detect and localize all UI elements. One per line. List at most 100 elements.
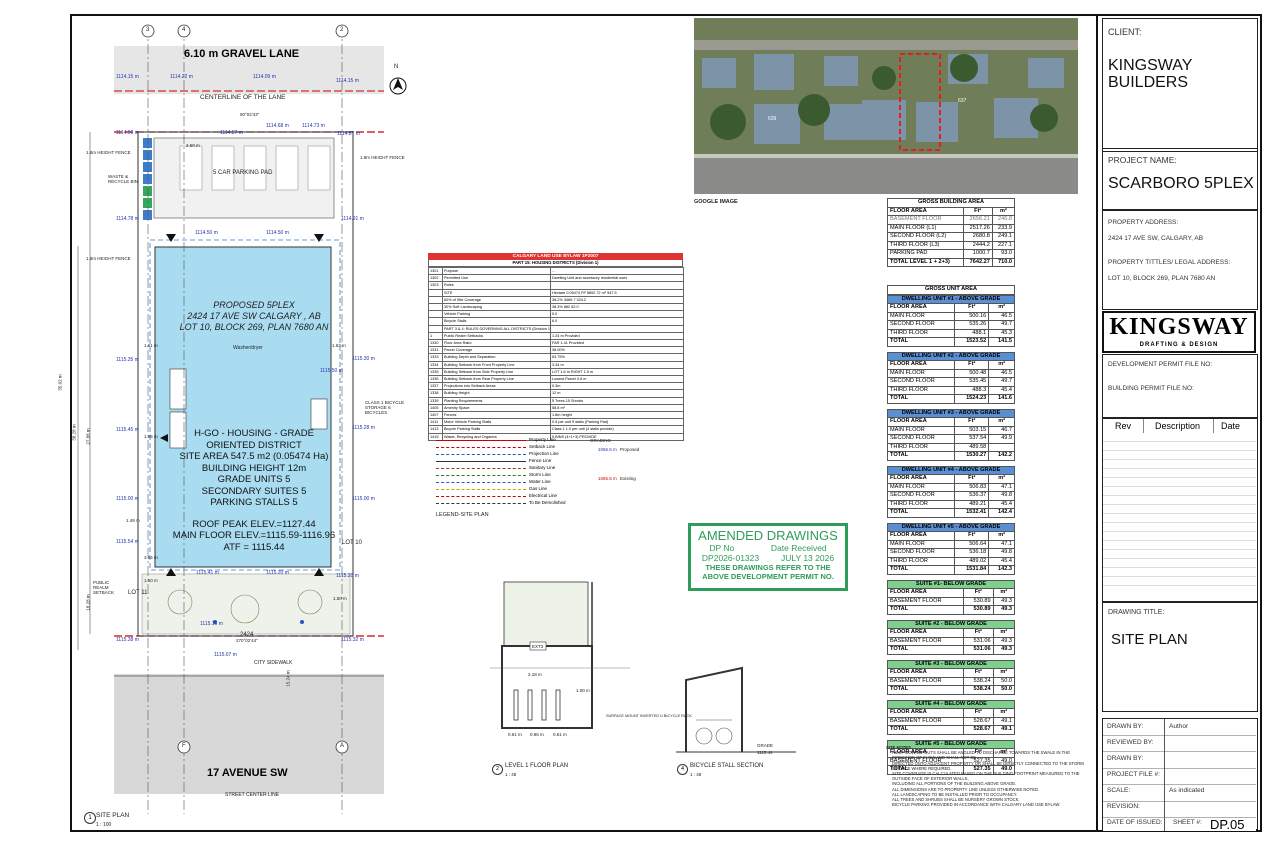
unit-header: m² [992,588,1016,598]
bylaw-row: 30% Soft Landscaping 38.3% 882 82.0 [428,303,684,312]
legend-item: Projection Line [436,451,586,458]
unit-title-row: SUITE #1- BELOW GRADE [887,579,1015,589]
unit-row: MAIN FLOOR 500.48 46.5 [886,368,1015,378]
unit-cell: 46.5 [988,368,1015,378]
unit-cell: 45.4 [988,385,1015,395]
legend-label: Fence Line [529,458,552,463]
unit-cell: 50.0 [992,685,1016,695]
permit-box: DEVELOPMENT PERMIT FILE NO: BUILDING PER… [1102,354,1258,418]
bylaw-row: 1411 Motor Vehicle Parking Stalls 0.5 per … [428,418,684,427]
drawn-by-label: DRAWN BY: [1107,723,1144,730]
unit-title-row: SUITE #2 - BELOW GRADE [887,619,1015,629]
unit-table: SUITE #1- BELOW GRADE FLOOR AREA Ft² m² BASE… [887,579,1016,615]
bylaw-cell: 1411 [428,418,443,427]
parking-stalls-label: PARKING STALLS 5 [210,497,298,508]
elev-10: 1114.78 m [116,216,139,222]
unit-row: TOTAL 1531.84 142.3 [886,565,1015,575]
bicycle-room [310,398,328,430]
lot-left-label: LOT 11 [128,590,148,596]
dim-w4: 1.63 m [332,343,346,348]
bylaw-cell: 38.00% [550,346,684,355]
unit-title-row: DWELLING UNIT #1 - ABOVE GRADE [887,294,1015,304]
legend-label: Water Line [529,479,551,484]
legend-label: Property Line [529,437,556,442]
bylaw-cell: Bicycle Stalls [442,317,551,326]
legend-line [436,475,526,476]
bylaw-cell: 0.5 per unit 5 stalls (Parking Pad) [550,418,684,427]
fence-label-1: 1.8m HEIGHT FENCE [86,150,131,155]
elev-22: 1115.41 m [196,570,219,576]
bylaw-cell: Building Height [442,389,551,398]
unit-cell: 531.06 [962,636,994,646]
google-house-a: 639 [768,116,777,122]
unit-title: DWELLING UNIT #2 - ABOVE GRADE [887,351,1015,361]
unit-cell: 530.89 [962,596,994,606]
dim-w6: 1.49 m [126,518,140,523]
grid-label-4: 4 [182,27,186,33]
unit-cell: MAIN FLOOR [886,368,956,378]
grid-label-f: F [182,743,186,749]
unit-cell: 49.8 [988,491,1015,501]
unit-cell: MAIN FLOOR [886,482,956,492]
bylaw-cell: Fences [442,411,551,420]
unit-header: m² [988,474,1015,484]
bicycle-view-title: BICYCLE STALL SECTION [690,763,764,769]
bylaw-cell: 0.3m [550,382,684,391]
bylaw-cell: Vehicle Parking [442,310,551,319]
bylaw-cell: Building Depth and Separation [442,353,551,362]
dim-w3: 1.61 m [144,343,158,348]
gba-cell: 233.9 [991,223,1016,233]
unit-row: BASEMENT FLOOR 531.06 49.3 [887,636,1016,646]
avenue-label: 17 AVENUE SW [207,767,288,779]
drawing-title-label: DRAWING TITLE: [1108,609,1165,616]
level1-view-title: LEVEL 1 FLOOR PLAN [505,763,569,769]
unit-title-row: DWELLING UNIT #3 - ABOVE GRADE [887,408,1015,418]
north-label: N [394,64,399,70]
elev-5: 1114.96 m [116,130,139,136]
unit-row: SECOND FLOOR 536.18 49.8 [886,548,1015,558]
dim-v2: 27.88 m [85,428,91,445]
client-box: CLIENT: KINGSWAY BUILDERS [1102,18,1258,152]
north-arrow-head-icon [393,78,403,90]
property-titles: LOT 10, BLOCK 269, PLAN 7680 AN [1108,275,1216,282]
unit-cell: 1532.41 [954,508,990,518]
unit-header: FLOOR AREA [886,531,956,541]
bylaw-cell: LOT 1.6 m RIGHT 1.5 m [550,367,684,377]
site-plan-view-title: SITE PLAN [96,812,130,819]
stair-1 [169,368,187,410]
unit-table: DWELLING UNIT #5 - ABOVE GRADE FLOOR AREA… [886,522,1015,575]
unit-row: SECOND FLOOR 537.54 49.9 [886,434,1015,444]
unit-title: SUITE #2 - BELOW GRADE [887,619,1015,629]
legend-grading: GRADING [590,438,612,443]
legend-item: To Be Demolished [436,500,586,507]
unit-title: DWELLING UNIT #4 - ABOVE GRADE [887,465,1015,475]
legend-label: To Be Demolished [529,500,566,505]
gross-building-title: GROSS BUILDING AREA [887,198,1015,208]
project-file-label: PROJECT FILE #: [1107,771,1160,778]
unit-row: BASEMENT FLOOR 530.89 49.3 [887,596,1016,606]
unit-title: SUITE #1- BELOW GRADE [887,579,1015,589]
bylaw-row: 1330 Floor Area Ratio FAR 1.41 Provided [428,339,684,348]
unit-cell: 1523.52 [954,337,990,347]
client-label: CLIENT: [1108,27,1142,37]
bylaw-row: 1 Public Realm Setbacks 1.24 m Provided [428,331,684,341]
legend-item: Water Line [436,479,586,486]
bylaw-cell: 60% of Site Coverage [442,295,551,305]
fence-label-3: 1.8m HEIGHT FENCE [86,256,131,261]
unit-header: FLOOR AREA [886,303,956,313]
site-plan-view-number: 1 [84,812,96,824]
unit-table: DWELLING UNIT #4 - ABOVE GRADE FLOOR AREA… [886,465,1015,518]
bylaw-cell: 1303 [428,281,443,290]
unit-header-row: FLOOR AREA Ft² m² [886,360,1015,370]
waste-bin-label: WASTE & RECYCLE BIN [108,174,139,184]
unit-row: TOTAL 538.24 50.0 [887,685,1016,695]
unit-cell: 535.26 [954,320,990,330]
bylaw-cell: FAR 1.41 Provided [550,339,684,348]
bylaw-row: 60% of Site Coverage 38.2% 3489.7 324.2 [428,295,684,305]
unit-header: Ft² [954,360,990,370]
bylaw-cell [550,281,684,290]
unit-cell [988,442,1015,452]
bylaw-cell: 1302 [428,274,443,283]
legend-line [436,496,526,497]
elev-9: 1114.87 m [337,131,360,137]
